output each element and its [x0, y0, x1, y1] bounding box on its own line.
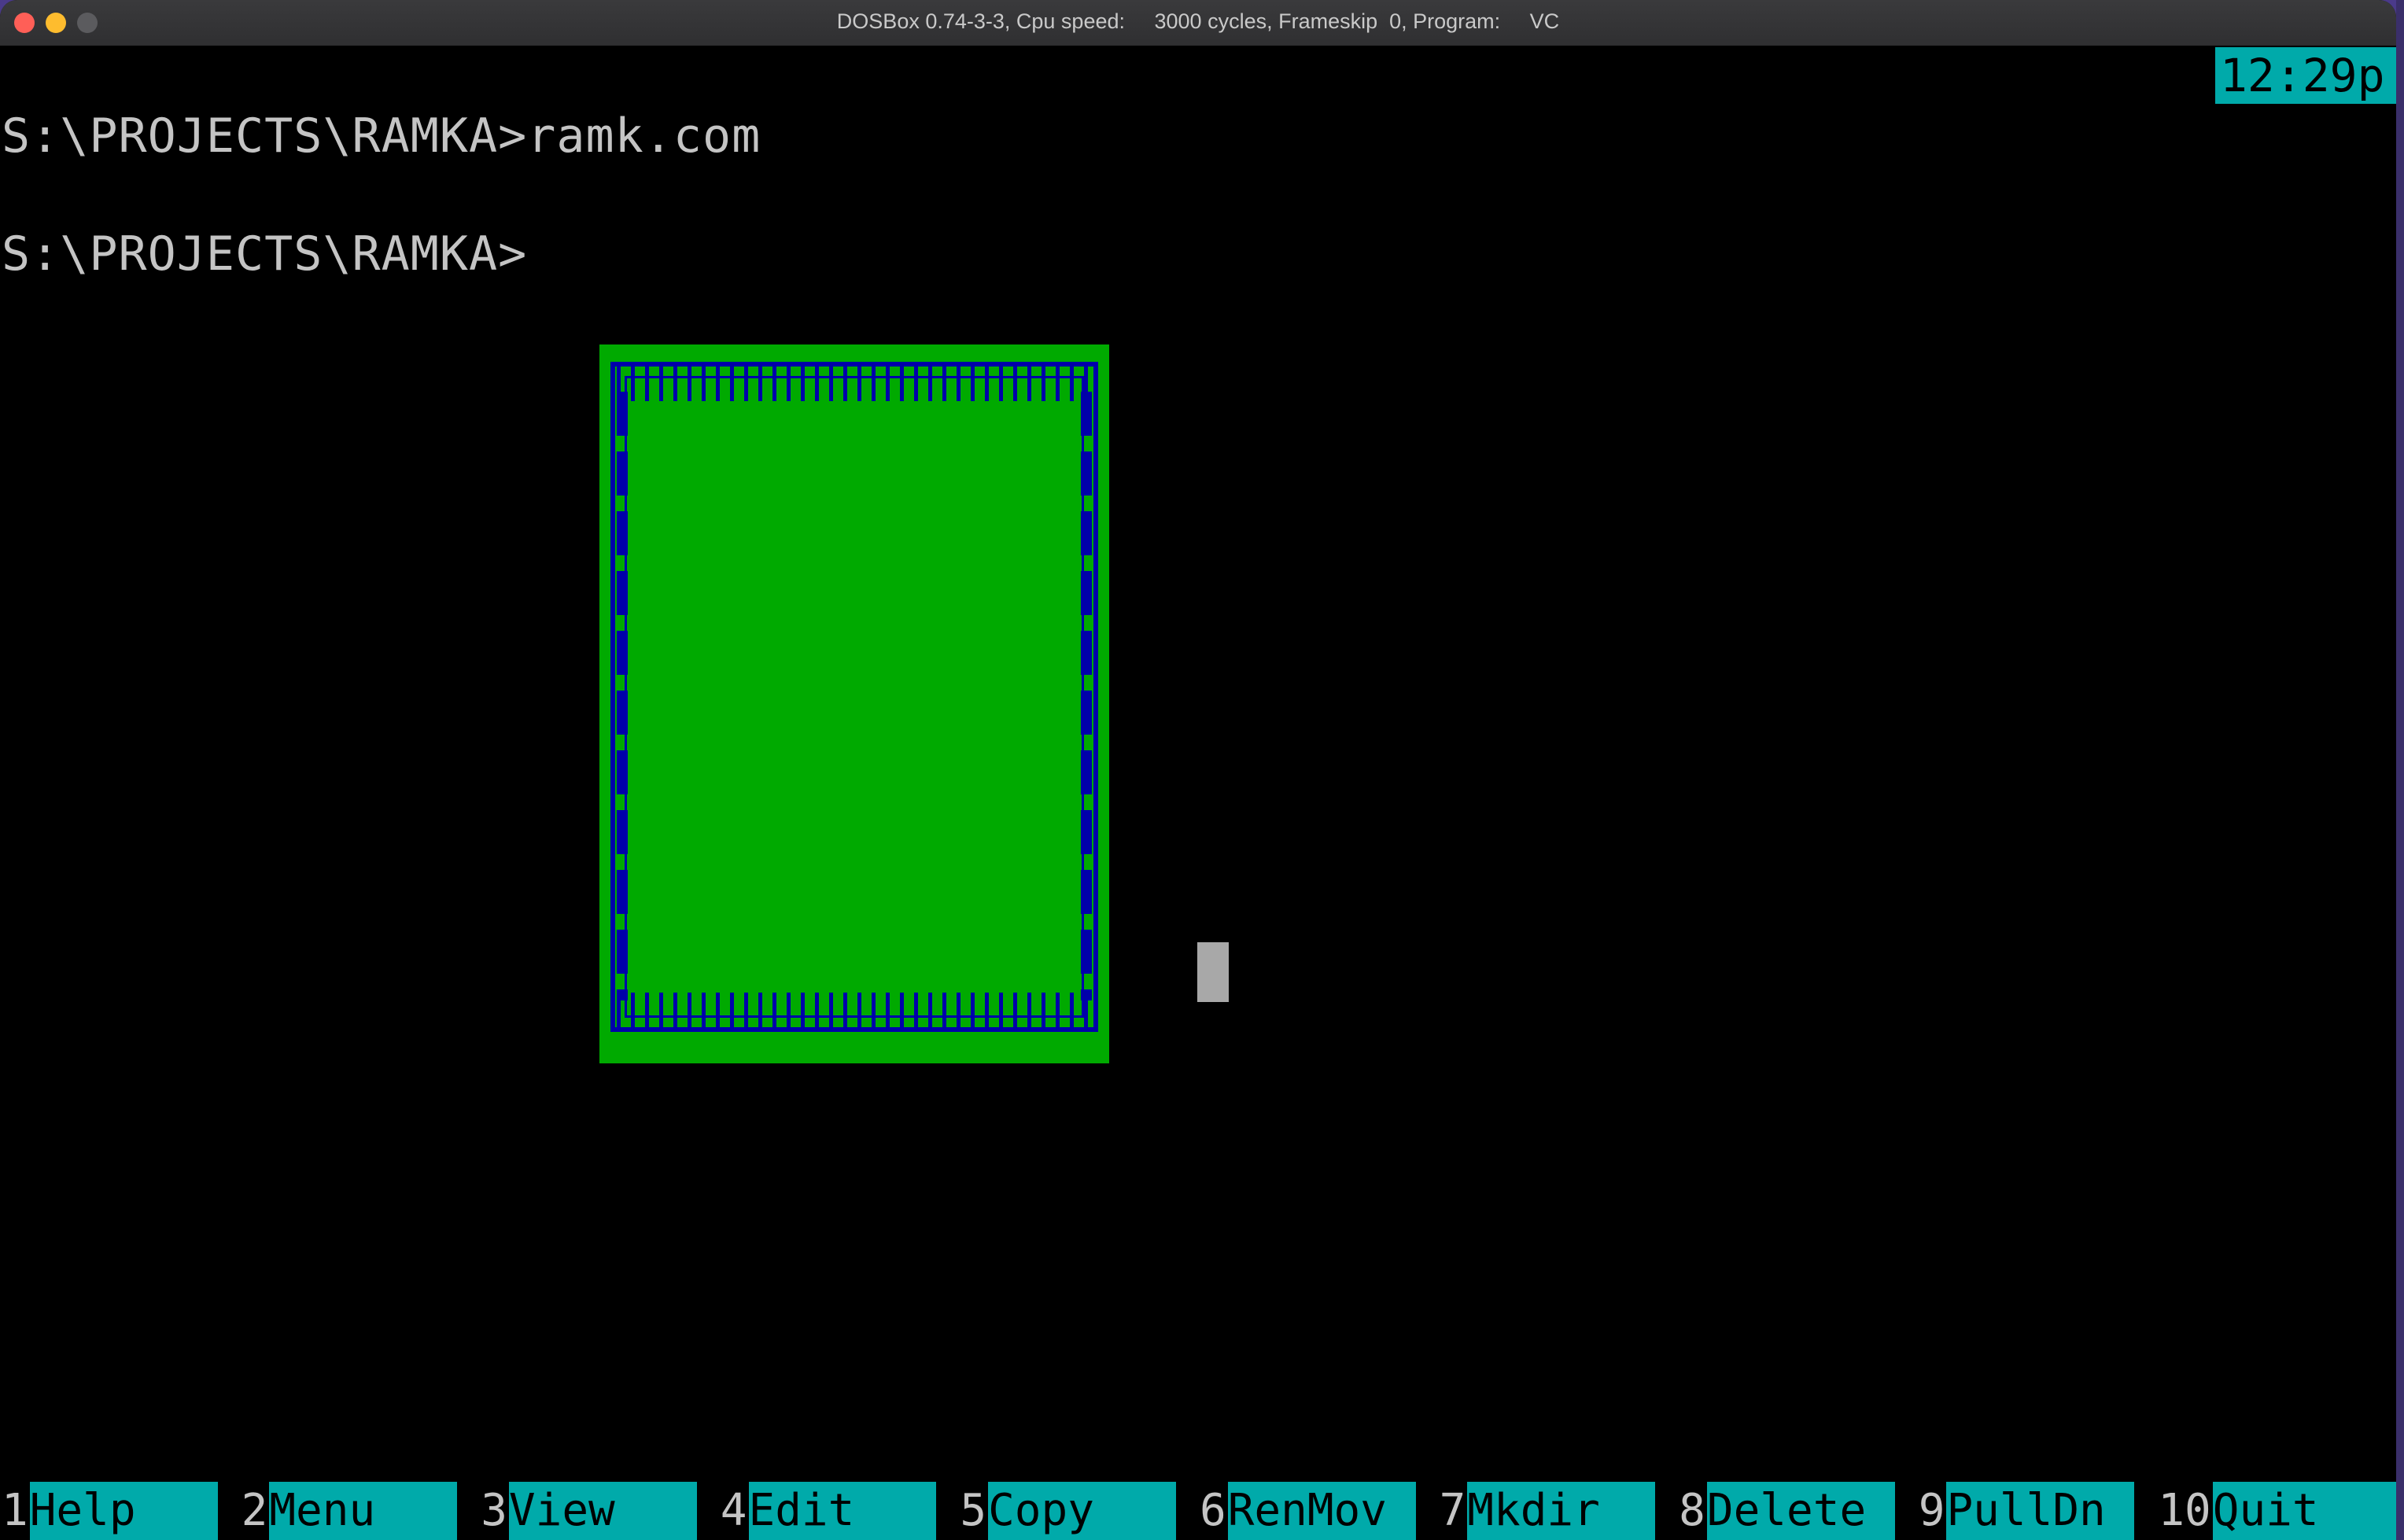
fkey-edit[interactable]: 4 Edit: [718, 1482, 959, 1540]
prompt-line: S:\PROJECTS\RAMKA>: [2, 227, 528, 282]
fkey-label: Help: [29, 1482, 218, 1540]
frame-inner-border: [625, 376, 1084, 1018]
frame-left-pattern: [617, 392, 628, 1000]
command-line: S:\PROJECTS\RAMKA>ramk.com: [2, 109, 761, 164]
fkey-label: RenMov: [1227, 1482, 1416, 1540]
fkey-number: 8: [1677, 1482, 1707, 1540]
fkey-mkdir[interactable]: 7 Mkdir: [1437, 1482, 1678, 1540]
text-cursor: [1197, 942, 1229, 1002]
frame-bottom-pattern: [617, 993, 1092, 1027]
fkey-copy[interactable]: 5 Copy: [958, 1482, 1198, 1540]
frame-top-pattern: [617, 367, 1092, 401]
fkey-number: 4: [718, 1482, 749, 1540]
ramka-frame: [599, 344, 1109, 1063]
fkey-number: 5: [958, 1482, 989, 1540]
frame-border: [610, 362, 1098, 1032]
title-bar[interactable]: DOSBox 0.74-3-3, Cpu speed: 3000 cycles,…: [0, 0, 2396, 47]
clock: 12:29p: [2215, 47, 2396, 104]
fkey-pulldn[interactable]: 9 PullDn: [1916, 1482, 2157, 1540]
window-title: DOSBox 0.74-3-3, Cpu speed: 3000 cycles,…: [836, 9, 1560, 33]
fkey-number: 3: [479, 1482, 509, 1540]
dos-screen[interactable]: S:\PROJECTS\RAMKA>ramk.com S:\PROJECTS\R…: [0, 46, 2396, 1540]
fkey-number: 6: [1197, 1482, 1228, 1540]
fkey-renmov[interactable]: 6 RenMov: [1197, 1482, 1438, 1540]
fkey-menu[interactable]: 2 Menu: [239, 1482, 480, 1540]
desktop-background-edge: [2396, 0, 2404, 1540]
fkey-label: Quit: [2212, 1482, 2396, 1540]
fkey-help[interactable]: 1 Help: [0, 1482, 240, 1540]
fkey-label: Menu: [269, 1482, 458, 1540]
fkey-quit[interactable]: 10 Quit: [2156, 1482, 2396, 1540]
dosbox-window: DOSBox 0.74-3-3, Cpu speed: 3000 cycles,…: [0, 0, 2396, 1540]
fkey-label: Copy: [988, 1482, 1176, 1540]
fkey-number: 2: [239, 1482, 270, 1540]
fkey-number: 1: [0, 1482, 30, 1540]
fkey-number: 10: [2156, 1482, 2213, 1540]
frame-right-pattern: [1081, 392, 1092, 1000]
function-key-bar: 1 Help 2 Menu 3 View 4 Edit 5 Copy 6 RenMov 7M…: [0, 1482, 2396, 1540]
fkey-label: View: [508, 1482, 697, 1540]
fkey-label: Delete: [1706, 1482, 1895, 1540]
fkey-number: 9: [1916, 1482, 1947, 1540]
fkey-label: Mkdir: [1467, 1482, 1656, 1540]
fkey-view[interactable]: 3 View: [479, 1482, 719, 1540]
fkey-delete[interactable]: 8 Delete: [1677, 1482, 1917, 1540]
fkey-number: 7: [1437, 1482, 1468, 1540]
fkey-label: PullDn: [1946, 1482, 2135, 1540]
fkey-label: Edit: [748, 1482, 937, 1540]
